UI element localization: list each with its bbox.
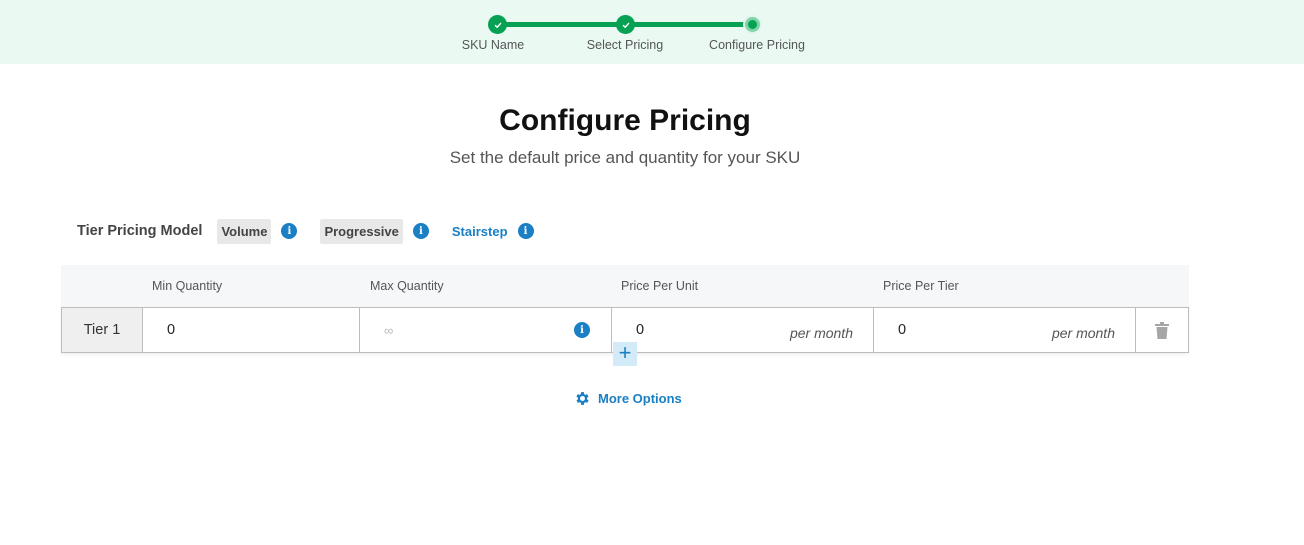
max-quantity-placeholder: ∞: [384, 322, 394, 338]
page-subtitle: Set the default price and quantity for y…: [449, 148, 801, 167]
add-tier-button[interactable]: +: [613, 342, 637, 366]
model-option-progressive[interactable]: Progressive: [320, 218, 403, 244]
tier-label: Tier 1: [62, 308, 143, 352]
price-per-unit-value: 0: [636, 322, 645, 338]
price-per-unit-suffix: per month: [789, 325, 853, 341]
tier-pricing-model-label: Tier Pricing Model: [77, 223, 203, 239]
step-label-sku-name[interactable]: SKU Name: [462, 38, 525, 52]
step-connector: [625, 22, 753, 27]
step-current-dot-icon: [743, 15, 762, 34]
min-quantity-input[interactable]: 0: [143, 308, 360, 352]
step-connector: [497, 22, 625, 27]
page-title: Configure Pricing: [499, 104, 751, 137]
more-options-button[interactable]: More Options: [574, 390, 682, 407]
step-label-select-pricing[interactable]: Select Pricing: [587, 38, 663, 52]
delete-tier-button[interactable]: [1136, 308, 1188, 352]
price-per-tier-value: 0: [898, 322, 907, 338]
more-options-label: More Options: [598, 391, 682, 406]
max-quantity-input[interactable]: ∞ i: [360, 308, 612, 352]
column-header-min-quantity: Min Quantity: [152, 279, 223, 293]
step-label-configure-pricing: Configure Pricing: [709, 38, 805, 52]
progress-stepper: SKU Name Select Pricing Configure Pricin…: [0, 0, 1304, 64]
column-header-price-per-tier: Price Per Tier: [883, 279, 959, 293]
info-icon[interactable]: i: [412, 223, 429, 239]
trash-icon: [1155, 321, 1169, 339]
column-header-max-quantity: Max Quantity: [370, 279, 444, 293]
info-icon[interactable]: i: [281, 223, 298, 239]
column-header-price-per-unit: Price Per Unit: [621, 279, 699, 293]
model-option-stairstep[interactable]: Stairstep: [452, 219, 508, 244]
step-complete-check-icon[interactable]: [488, 15, 507, 34]
gear-icon: [576, 392, 589, 405]
price-per-unit-input[interactable]: 0 per month: [612, 308, 874, 352]
tier-pricing-model-selector: Tier Pricing Model Volume i Progressive …: [77, 218, 557, 244]
price-per-tier-suffix: per month: [1051, 325, 1115, 341]
model-option-volume[interactable]: Volume: [217, 218, 272, 244]
step-complete-check-icon[interactable]: [616, 15, 635, 34]
info-icon[interactable]: i: [517, 223, 534, 239]
info-icon[interactable]: i: [574, 322, 590, 338]
tier-table-header: Min Quantity Max Quantity Price Per Unit…: [61, 265, 1189, 307]
price-per-tier-input[interactable]: 0 per month: [874, 308, 1136, 352]
